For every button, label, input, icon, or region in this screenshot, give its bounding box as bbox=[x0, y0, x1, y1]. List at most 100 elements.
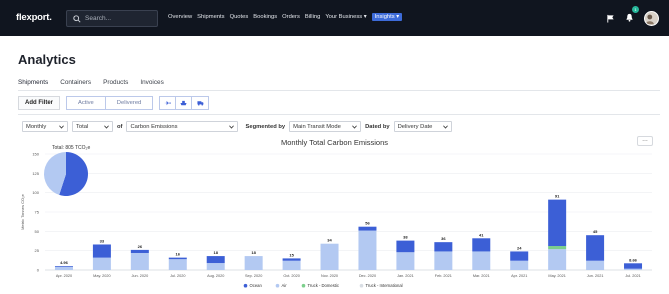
ship-filter-button[interactable] bbox=[176, 97, 193, 109]
data-label: 38 bbox=[403, 235, 408, 240]
bar-segment-air bbox=[358, 230, 377, 270]
ship-icon bbox=[180, 100, 187, 106]
data-label: 34 bbox=[327, 238, 332, 243]
data-label: 36 bbox=[441, 236, 446, 241]
bar-segment-air bbox=[130, 252, 149, 270]
period-value: Monthly bbox=[26, 123, 47, 130]
metric-value: Carbon Emissions bbox=[130, 123, 178, 130]
avatar[interactable] bbox=[644, 10, 659, 26]
bar-segment-ocean bbox=[548, 199, 567, 247]
nav-links: Overview Shipments Quotes Bookings Order… bbox=[168, 13, 403, 21]
segmented-by-label: Segmented by bbox=[245, 123, 286, 130]
x-tick-label: Feb. 2021 bbox=[435, 274, 452, 278]
nav-your-business[interactable]: Your Business ▾ bbox=[325, 14, 366, 21]
search-box[interactable] bbox=[66, 10, 158, 27]
x-tick-label: Aug. 2020 bbox=[207, 274, 224, 278]
bar-segment-ocean bbox=[358, 226, 377, 231]
nav-shipments[interactable]: Shipments bbox=[197, 14, 224, 21]
bar-segment-ocean bbox=[472, 238, 491, 252]
x-tick-label: Apr. 2020 bbox=[56, 274, 72, 278]
bar-segment-ocean bbox=[54, 266, 73, 267]
legend-label: Truck - Domestic bbox=[308, 283, 340, 288]
legend-swatch bbox=[243, 283, 248, 288]
bar-segment-air bbox=[472, 251, 491, 270]
chevron-down-icon bbox=[352, 124, 357, 129]
chevron-down-icon bbox=[104, 124, 109, 129]
segment-active[interactable]: Active bbox=[67, 97, 106, 109]
filter-divider bbox=[18, 114, 660, 115]
chevron-down-icon bbox=[229, 124, 235, 129]
bar-segment-air bbox=[548, 249, 567, 270]
data-label: 91 bbox=[555, 194, 560, 199]
legend-label: Air bbox=[282, 283, 288, 288]
x-tick-label: May. 2021 bbox=[548, 274, 565, 278]
search-input[interactable] bbox=[85, 15, 155, 22]
date-field-value: Delivery Date bbox=[397, 123, 433, 130]
y-tick-label: 125 bbox=[32, 171, 39, 176]
data-label: 18 bbox=[213, 250, 218, 255]
plane-icon bbox=[164, 100, 172, 106]
bar-segment-air bbox=[510, 260, 529, 270]
bar-segment-air bbox=[244, 256, 263, 270]
nav-icons: 1 bbox=[606, 6, 659, 27]
x-tick-label: Jan. 2021 bbox=[397, 274, 414, 278]
bar-segment-ocean bbox=[92, 244, 111, 258]
status-segment: Active Delivered bbox=[66, 96, 154, 110]
y-tick-label: 100 bbox=[32, 190, 39, 195]
x-tick-label: May. 2020 bbox=[93, 274, 110, 278]
notification-badge: 1 bbox=[632, 6, 639, 13]
segment-dropdown[interactable]: Main Transit Mode bbox=[289, 121, 362, 132]
data-label: 24 bbox=[517, 245, 522, 250]
plane-filter-button[interactable] bbox=[160, 97, 177, 109]
nav-overview[interactable]: Overview bbox=[168, 14, 192, 21]
nav-quotes[interactable]: Quotes bbox=[230, 14, 249, 21]
chevron-down-icon bbox=[59, 124, 64, 129]
y-tick-label: 0 bbox=[37, 268, 40, 273]
user-avatar-icon bbox=[645, 14, 654, 24]
bar-segment-air bbox=[54, 266, 73, 270]
pie-total-label: Total: 805 TCO₂e bbox=[52, 145, 91, 151]
bar-segment-air bbox=[206, 263, 225, 270]
data-label: 41 bbox=[479, 232, 484, 237]
data-label: 4.96 bbox=[60, 260, 69, 265]
bar-segment-ocean bbox=[168, 257, 187, 260]
y-axis-label: Metric Tonnes CO₂e bbox=[20, 193, 25, 229]
legend-swatch bbox=[359, 283, 364, 288]
nav-bookings[interactable]: Bookings bbox=[253, 14, 277, 21]
chevron-down-icon bbox=[442, 124, 448, 129]
bar-segment-ocean bbox=[624, 263, 643, 269]
data-label: 18 bbox=[251, 250, 256, 255]
x-tick-label: Jun. 2021 bbox=[587, 274, 604, 278]
bar-segment-air bbox=[320, 243, 339, 270]
data-label: 33 bbox=[100, 238, 105, 243]
bell-icon bbox=[626, 13, 633, 22]
bar-segment-air bbox=[586, 260, 605, 270]
nav-billing[interactable]: Billing bbox=[305, 14, 320, 21]
flag-icon[interactable] bbox=[606, 14, 615, 23]
bar-segment-air bbox=[434, 251, 453, 270]
period-dropdown[interactable]: Monthly bbox=[22, 121, 68, 132]
bar-segment-air bbox=[282, 260, 301, 270]
legend-swatch bbox=[301, 283, 306, 288]
add-filter-button[interactable]: Add Filter bbox=[18, 96, 60, 110]
metric-dropdown[interactable]: Carbon Emissions bbox=[126, 121, 239, 132]
aggregate-dropdown[interactable]: Total bbox=[72, 121, 113, 132]
flexport-logo[interactable]: flexport. bbox=[16, 12, 52, 23]
segment-delivered[interactable]: Delivered bbox=[106, 97, 153, 109]
x-tick-label: Oct. 2020 bbox=[283, 274, 299, 278]
nav-orders[interactable]: Orders bbox=[282, 14, 300, 21]
filter-bar: Add Filter Active Delivered bbox=[18, 96, 210, 110]
nav-insights[interactable]: Insights ▾ bbox=[371, 13, 403, 21]
y-tick-label: 50 bbox=[35, 229, 40, 234]
legend-label: Truck - International bbox=[366, 283, 403, 288]
emissions-chart: 0 25 50 75 100 125 150 Metric Tonnes CO₂e 4.96 Ap… bbox=[20, 152, 652, 288]
bar-segment-ocean bbox=[130, 249, 149, 253]
truck-filter-button[interactable] bbox=[192, 97, 208, 109]
bar-segment-ocean bbox=[396, 240, 415, 253]
y-tick-label: 75 bbox=[35, 210, 40, 215]
search-icon bbox=[73, 14, 81, 23]
date-field-dropdown[interactable]: Delivery Date bbox=[393, 121, 452, 132]
notifications[interactable]: 1 bbox=[625, 6, 639, 27]
chart-controls: Monthly Total of Carbon Emissions Segmen… bbox=[22, 121, 452, 132]
bar-segment-ocean bbox=[434, 242, 453, 252]
